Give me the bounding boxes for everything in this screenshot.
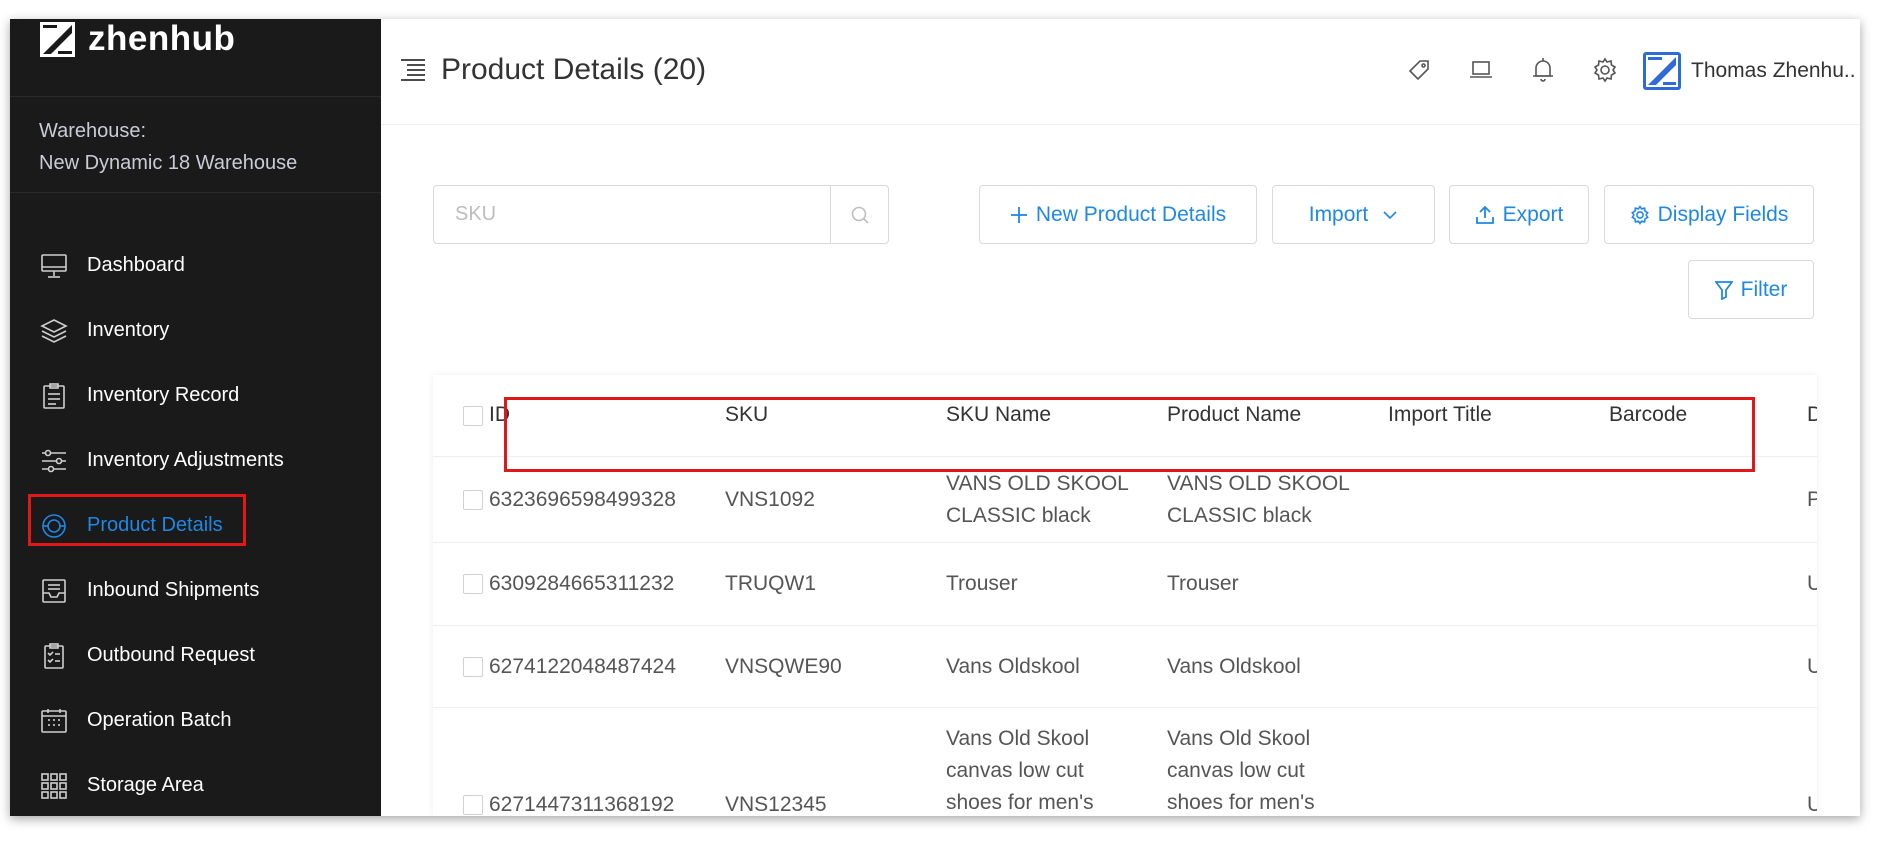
sidebar: zhenhub Warehouse: New Dynamic 18 Wareho…	[10, 19, 381, 816]
calendar-grid-icon	[39, 706, 69, 736]
cell-sku: TRUQW1	[725, 572, 816, 595]
warehouse-label: Warehouse:	[39, 120, 147, 142]
cell-product-name: Vans Oldskool	[1167, 655, 1301, 678]
cell-id: 6323696598499328	[489, 488, 676, 511]
cell-product-name: Trouser	[1167, 572, 1239, 595]
row-checkbox[interactable]	[463, 574, 483, 594]
sidebar-item-inventory-record[interactable]: Inventory Record	[10, 363, 381, 428]
row-checkbox[interactable]	[463, 490, 483, 510]
cell-sku: VNS1092	[725, 488, 815, 511]
cell-sku: VNS12345	[725, 793, 827, 816]
search-icon	[851, 206, 869, 224]
sidebar-item-inbound-shipments[interactable]: Inbound Shipments	[10, 558, 381, 623]
app-name: zhenhub	[88, 19, 236, 58]
row-checkbox[interactable]	[463, 795, 483, 815]
sidebar-item-dashboard[interactable]: Dashboard	[10, 233, 381, 298]
sidebar-item-label: Outbound Request	[87, 644, 255, 666]
cell-id: 6309284665311232	[489, 572, 675, 595]
gear-icon[interactable]	[1592, 57, 1618, 83]
upload-icon	[1475, 205, 1495, 225]
cell-d: U	[1807, 572, 1817, 595]
cell-sku-name: Vans Old Skool canvas low cut shoes for …	[946, 727, 1094, 814]
monitor-icon	[39, 251, 69, 281]
grid-icon	[39, 771, 69, 801]
display-fields-label: Display Fields	[1657, 202, 1789, 226]
cell-sku-name: Trouser	[946, 572, 1018, 595]
checklist-icon	[39, 641, 69, 671]
logo[interactable]: zhenhub	[39, 19, 235, 59]
row-checkbox[interactable]	[463, 657, 483, 677]
search-box	[433, 185, 889, 244]
bell-icon[interactable]	[1530, 57, 1556, 83]
user-name[interactable]: Thomas Zhenhu..	[1691, 59, 1856, 83]
search-input[interactable]	[434, 186, 830, 243]
filter-label: Filter	[1740, 277, 1788, 301]
export-button[interactable]: Export	[1449, 185, 1589, 244]
display-fields-button[interactable]: Display Fields	[1604, 185, 1814, 244]
warehouse-selector[interactable]: Warehouse: New Dynamic 18 Warehouse	[10, 96, 381, 193]
filter-icon	[1714, 280, 1733, 300]
sidebar-item-label: Storage Area	[87, 774, 204, 796]
sidebar-item-inventory[interactable]: Inventory	[10, 298, 381, 363]
cell-sku-name: VANS OLD SKOOL CLASSIC black	[946, 472, 1129, 527]
sidebar-item-inventory-adjustments[interactable]: Inventory Adjustments	[10, 428, 381, 493]
table-row[interactable]: 6271447311368192 VNS12345 Vans Old Skool…	[433, 708, 1817, 816]
search-button[interactable]	[830, 186, 888, 243]
cell-product-name: VANS OLD SKOOL CLASSIC black	[1167, 472, 1350, 527]
clipboard-icon	[39, 381, 69, 411]
sidebar-item-operation-batch[interactable]: Operation Batch	[10, 688, 381, 753]
cell-d: Pl	[1807, 488, 1817, 511]
warehouse-name: New Dynamic 18 Warehouse	[39, 152, 298, 174]
tag-icon[interactable]	[1406, 57, 1432, 83]
layers-icon	[39, 316, 69, 346]
import-dropdown-button[interactable]: Import	[1272, 185, 1435, 244]
table-row[interactable]: 6309284665311232 TRUQW1 Trouser Trouser …	[433, 543, 1817, 626]
new-product-details-label: New Product Details	[1035, 202, 1227, 226]
cell-product-name: Vans Old Skool canvas low cut shoes for …	[1167, 727, 1315, 814]
sidebar-item-label: Inventory Record	[87, 384, 240, 406]
top-header: Product Details (20) Thomas Zhenhu..	[381, 19, 1860, 125]
filter-button[interactable]: Filter	[1688, 260, 1814, 319]
new-product-details-button[interactable]: New Product Details	[979, 185, 1257, 244]
import-label: Import	[1308, 202, 1369, 226]
sidebar-item-label: Operation Batch	[87, 709, 232, 731]
select-all-checkbox[interactable]	[463, 406, 483, 426]
cell-d: U	[1807, 655, 1817, 678]
highlight-box-nav	[28, 494, 246, 546]
sidebar-item-label: Inbound Shipments	[87, 579, 260, 601]
avatar[interactable]	[1643, 52, 1681, 90]
sidebar-item-label: Inventory Adjustments	[87, 449, 284, 471]
highlight-box-table-header	[504, 397, 1755, 472]
sliders-icon	[39, 446, 69, 476]
app-window: zhenhub Warehouse: New Dynamic 18 Wareho…	[10, 19, 1860, 816]
cell-id: 6271447311368192	[489, 793, 675, 816]
export-label: Export	[1502, 202, 1564, 226]
cell-sku: VNSQWE90	[725, 655, 842, 678]
table-row[interactable]: 6274122048487424 VNSQWE90 Vans Oldskool …	[433, 626, 1817, 708]
sidebar-item-label: Inventory	[87, 319, 170, 341]
plus-icon	[1010, 206, 1028, 224]
cell-d: U	[1807, 793, 1817, 816]
sidebar-item-storage-area[interactable]: Storage Area	[10, 753, 381, 816]
inbox-icon	[39, 576, 69, 606]
page-title: Product Details (20)	[441, 53, 707, 86]
sidebar-item-label: Dashboard	[87, 254, 185, 276]
cell-sku-name: Vans Oldskool	[946, 655, 1080, 678]
menu-toggle-icon[interactable]	[399, 55, 427, 83]
gear-icon	[1630, 204, 1650, 225]
cell-id: 6274122048487424	[489, 655, 676, 678]
zhenhub-logo-icon	[40, 21, 75, 57]
sidebar-item-outbound-request[interactable]: Outbound Request	[10, 623, 381, 688]
laptop-icon[interactable]	[1468, 57, 1494, 83]
chevron-down-icon	[1382, 210, 1398, 220]
column-header-d[interactable]: D	[1807, 403, 1817, 427]
